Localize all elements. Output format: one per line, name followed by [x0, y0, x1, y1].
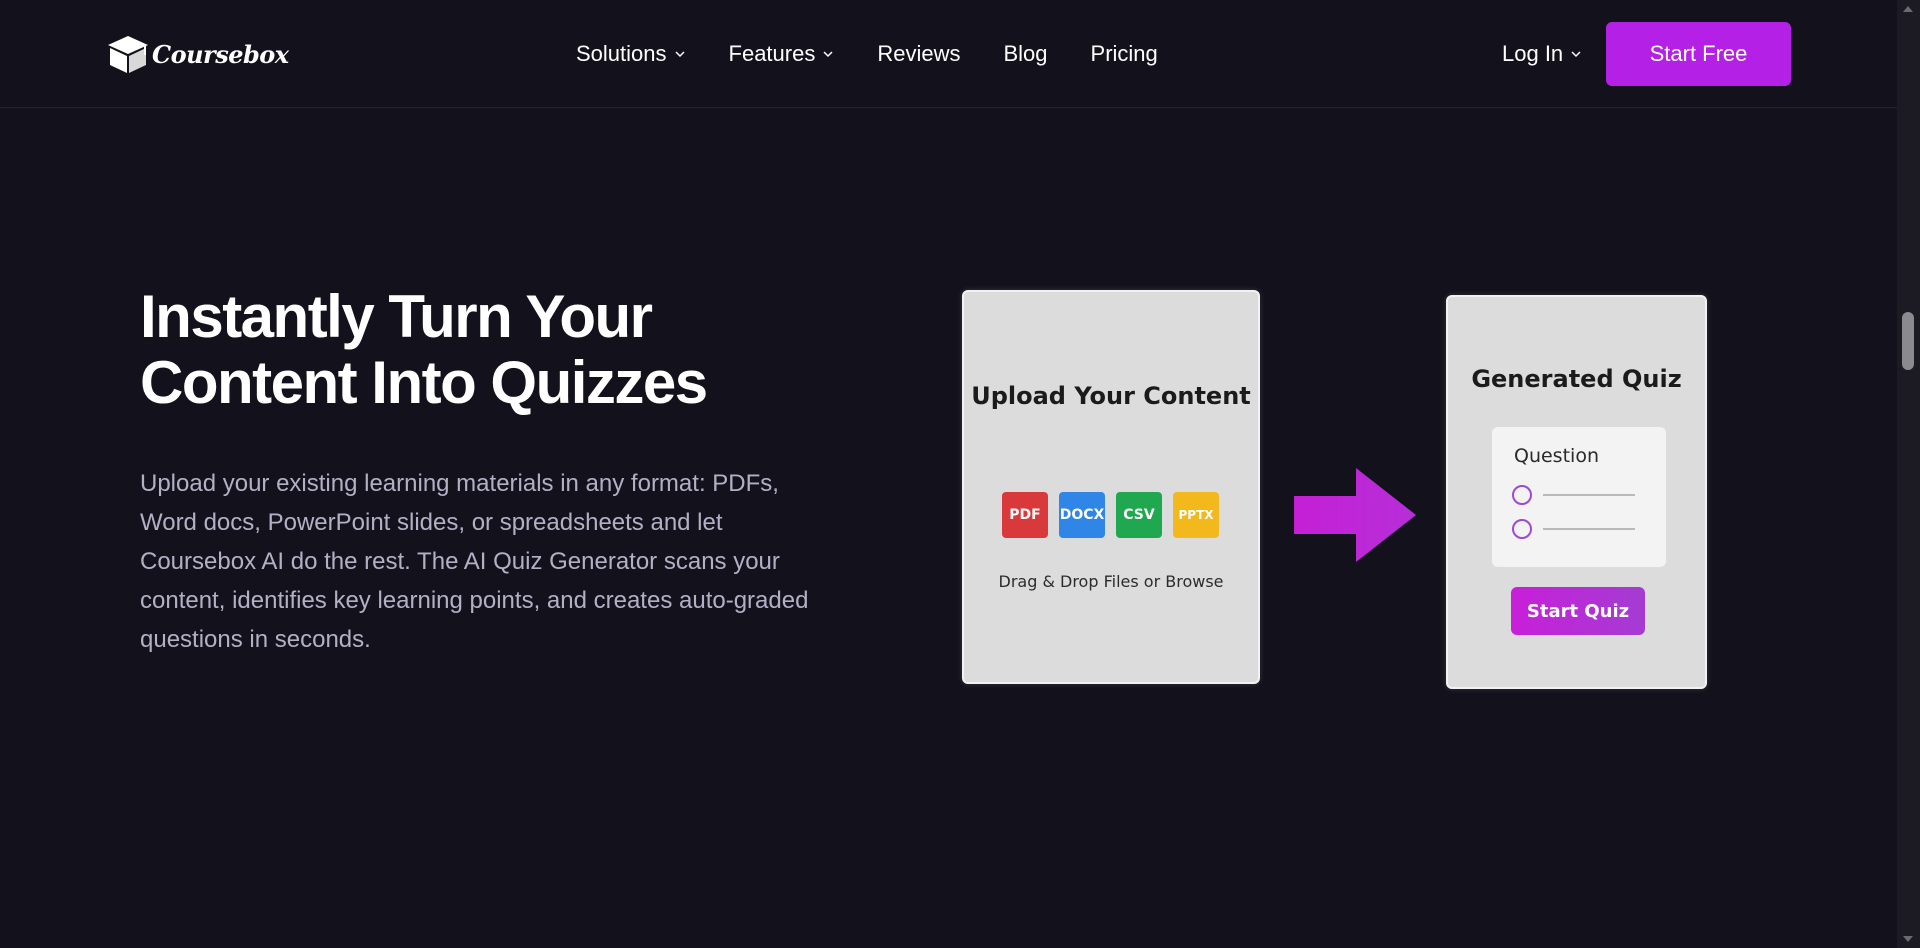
graduation-cap-icon — [108, 36, 148, 73]
logo-text: Coursebox — [152, 39, 289, 69]
hero-title-line-1: Instantly Turn Your — [140, 283, 653, 350]
nav-pricing-label: Pricing — [1090, 41, 1158, 66]
question-box: Question — [1492, 427, 1666, 567]
nav-solutions-label: Solutions — [576, 41, 667, 66]
main-nav: Solutions Features Reviews Blog Pricing — [576, 36, 1158, 72]
drag-drop-text: Drag & Drop Files or Browse — [998, 572, 1224, 591]
logo[interactable]: Coursebox — [106, 32, 289, 76]
start-quiz-button: Start Quiz — [1511, 587, 1645, 635]
nav-features-label: Features — [728, 41, 816, 66]
hero-title: Instantly Turn Your Content Into Quizzes — [140, 284, 820, 416]
start-free-button[interactable]: Start Free — [1606, 22, 1791, 86]
scroll-up-arrow-icon[interactable] — [1903, 6, 1913, 12]
generated-quiz-card: Generated Quiz Question Start Quiz — [1446, 295, 1707, 689]
hero-description: Upload your existing learning materials … — [140, 470, 809, 653]
radio-icon — [1512, 519, 1532, 539]
csv-file-icon: CSV — [1116, 492, 1162, 538]
hero-title-line-2: Content Into Quizzes — [140, 349, 708, 416]
chevron-down-icon — [1571, 51, 1581, 58]
login-dropdown[interactable]: Log In — [1502, 36, 1582, 72]
nav-features[interactable]: Features — [729, 41, 835, 67]
nav-reviews-label: Reviews — [877, 41, 961, 66]
nav-pricing[interactable]: Pricing — [1091, 41, 1158, 67]
login-label: Log In — [1502, 41, 1564, 66]
scrollbar-thumb[interactable] — [1902, 312, 1914, 370]
page-scrollbar[interactable] — [1897, 0, 1920, 948]
quiz-card-title: Generated Quiz — [1471, 365, 1682, 393]
nav-solutions[interactable]: Solutions — [576, 41, 686, 67]
page: Coursebox Solutions Features Reviews Blo… — [0, 0, 1920, 948]
option-placeholder-line — [1543, 494, 1635, 496]
answer-option — [1512, 519, 1635, 539]
file-type-badges: PDF DOCX CSV PPTX — [1002, 492, 1219, 538]
site-header: Coursebox Solutions Features Reviews Blo… — [0, 0, 1897, 108]
docx-file-icon: DOCX — [1059, 492, 1105, 538]
pptx-file-icon: PPTX — [1173, 492, 1219, 538]
chevron-down-icon — [823, 51, 833, 58]
radio-icon — [1512, 485, 1532, 505]
arrow-right-icon — [1294, 468, 1416, 562]
upload-card-title: Upload Your Content — [971, 382, 1251, 410]
answer-option — [1512, 485, 1635, 505]
nav-reviews[interactable]: Reviews — [877, 41, 960, 67]
nav-blog[interactable]: Blog — [1003, 41, 1047, 67]
option-placeholder-line — [1543, 528, 1635, 530]
nav-blog-label: Blog — [1003, 41, 1048, 66]
question-label: Question — [1514, 445, 1599, 467]
pdf-file-icon: PDF — [1002, 492, 1048, 538]
scroll-down-arrow-icon[interactable] — [1903, 936, 1913, 942]
chevron-down-icon — [674, 51, 685, 58]
upload-content-card: Upload Your Content PDF DOCX CSV PPTX Dr… — [962, 290, 1260, 684]
